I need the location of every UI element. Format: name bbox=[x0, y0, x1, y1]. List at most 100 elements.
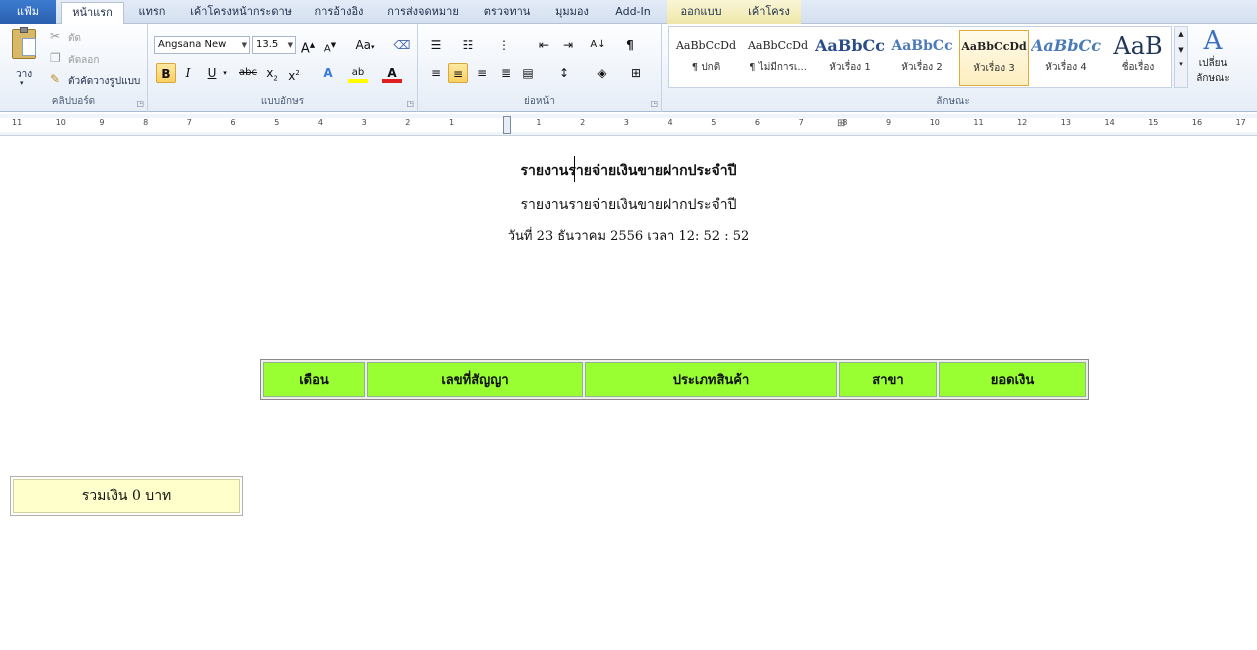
ruler-number: 11 bbox=[973, 118, 984, 127]
tab-layout[interactable]: เค้าโครง bbox=[740, 2, 798, 24]
styles-gallery-scroll[interactable]: ▲ ▼ ▾ bbox=[1174, 26, 1188, 88]
clipboard-group-label: คลิปบอร์ด bbox=[51, 96, 96, 107]
font-size-combo[interactable]: 13.5 ▼ bbox=[252, 36, 296, 54]
strikethrough-button[interactable]: abc bbox=[236, 63, 260, 83]
paste-button[interactable]: วาง ▾ bbox=[6, 27, 42, 87]
tab-review[interactable]: ตรวจทาน bbox=[477, 2, 537, 24]
style-normal[interactable]: AaBbCcDd ¶ ปกติ bbox=[671, 30, 741, 86]
chevron-down-icon[interactable]: ▼ bbox=[1175, 46, 1187, 54]
borders-icon[interactable]: ⊞ bbox=[626, 63, 646, 83]
style-heading-3[interactable]: AaBbCcDd หัวเรื่อง 3 bbox=[959, 30, 1029, 86]
tab-insert[interactable]: แทรก bbox=[132, 2, 172, 24]
align-left-icon[interactable]: ≡ bbox=[426, 63, 446, 83]
document-page[interactable]: รายงานรายจ่ายเงินขายฝากประจำปี รายงานราย… bbox=[0, 136, 1257, 650]
dialog-launcher-icon[interactable]: ◳ bbox=[136, 99, 144, 108]
change-styles-label-1: เปลี่ยน bbox=[1198, 58, 1228, 69]
justify-icon[interactable]: ≣ bbox=[496, 63, 516, 83]
bold-button[interactable]: B bbox=[156, 63, 176, 83]
font-name-value: Angsana New bbox=[158, 39, 227, 50]
style-name: หัวเรื่อง 3 bbox=[973, 63, 1015, 74]
tab-home[interactable]: หน้าแรก bbox=[61, 2, 124, 25]
ruler-number: 13 bbox=[1060, 118, 1071, 127]
clear-formatting-icon[interactable]: ⌫ bbox=[392, 35, 412, 55]
style-heading-2[interactable]: AaBbCc หัวเรื่อง 2 bbox=[887, 30, 957, 86]
dialog-launcher-icon[interactable]: ◳ bbox=[650, 99, 658, 108]
right-indent-marker[interactable]: ⊞ bbox=[837, 118, 845, 129]
style-no-spacing[interactable]: AaBbCcDd ¶ ไม่มีการเ... bbox=[743, 30, 813, 86]
more-icon[interactable]: ▾ bbox=[1175, 60, 1187, 68]
header-month: เดือน bbox=[263, 362, 365, 397]
increase-indent-icon[interactable]: ⇥ bbox=[558, 35, 578, 55]
style-name: ชื่อเรื่อง bbox=[1121, 62, 1155, 73]
style-heading-1[interactable]: AaBbCc หัวเรื่อง 1 bbox=[815, 30, 885, 86]
report-table: เดือน เลขที่สัญญา ประเภทสินค้า สาขา ยอดเ… bbox=[260, 359, 1089, 400]
font-color-icon[interactable]: A bbox=[382, 63, 402, 83]
ruler-number: 9 bbox=[99, 118, 105, 127]
paste-label: วาง bbox=[16, 69, 33, 80]
tab-page-layout[interactable]: เค้าโครงหน้ากระดาษ bbox=[185, 2, 297, 24]
ribbon: วาง ▾ ✂ ตัด ❐ คัดลอก ✎ ตัวคัดวางรูปแบบ ค… bbox=[0, 24, 1257, 112]
style-title[interactable]: AaB ชื่อเรื่อง bbox=[1103, 30, 1173, 86]
chevron-down-icon: ▼ bbox=[287, 41, 293, 49]
cut-button[interactable]: ตัด bbox=[68, 31, 81, 46]
tab-references[interactable]: การอ้างอิง bbox=[309, 2, 369, 24]
tab-design[interactable]: ออกแบบ bbox=[672, 2, 730, 24]
ruler-number: 1 bbox=[536, 118, 542, 127]
subscript-button[interactable]: x2 bbox=[262, 63, 282, 83]
horizontal-ruler[interactable]: 11 10 9 8 7 6 5 4 3 2 1 1 2 3 4 5 6 7 8 9 10 11 12 13 14 15 16 17 ⊞ bbox=[0, 114, 1257, 136]
distributed-icon[interactable]: ▤ bbox=[518, 63, 538, 83]
ruler-number: 16 bbox=[1191, 118, 1203, 127]
ruler-number: 7 bbox=[186, 118, 192, 127]
decrease-indent-icon[interactable]: ⇤ bbox=[534, 35, 554, 55]
ruler-number: 15 bbox=[1148, 118, 1159, 127]
dialog-launcher-icon[interactable]: ◳ bbox=[406, 99, 414, 108]
style-name: หัวเรื่อง 2 bbox=[901, 62, 943, 73]
italic-button[interactable]: I bbox=[178, 63, 198, 83]
copy-button[interactable]: คัดลอก bbox=[68, 53, 99, 68]
shrink-font-button[interactable]: A▼ bbox=[320, 35, 340, 55]
numbering-icon[interactable]: ☷ bbox=[458, 35, 478, 55]
font-name-combo[interactable]: Angsana New ▼ bbox=[154, 36, 250, 54]
tab-addin[interactable]: Add-In bbox=[609, 2, 657, 24]
text-effects-icon[interactable]: A bbox=[318, 63, 338, 83]
styles-group: AaBbCcDd ¶ ปกติ AaBbCcDd ¶ ไม่มีการเ... … bbox=[662, 24, 1244, 112]
clipboard-group: วาง ▾ ✂ ตัด ❐ คัดลอก ✎ ตัวคัดวางรูปแบบ ค… bbox=[0, 24, 148, 112]
ruler-number: 4 bbox=[317, 118, 323, 127]
paragraph-group-label: ย่อหน้า bbox=[524, 96, 555, 107]
bullets-icon[interactable]: ☰ bbox=[426, 35, 446, 55]
align-center-icon[interactable]: ≡ bbox=[448, 63, 468, 83]
font-group: Angsana New ▼ 13.5 ▼ A▲ A▼ Aa▾ ⌫ B I U ▾ a… bbox=[148, 24, 418, 112]
indent-marker[interactable] bbox=[503, 116, 511, 134]
line-spacing-icon[interactable]: ↕ bbox=[554, 63, 574, 83]
ruler-number: 5 bbox=[274, 118, 280, 127]
superscript-button[interactable]: x2 bbox=[284, 63, 304, 83]
underline-button[interactable]: U bbox=[202, 63, 222, 83]
report-subtitle: รายงานรายจ่ายเงินขายฝากประจำปี bbox=[520, 197, 737, 213]
shading-icon[interactable]: ◈ bbox=[592, 63, 612, 83]
chevron-down-icon: ▾ bbox=[20, 79, 24, 87]
sort-icon[interactable]: A↓ bbox=[588, 35, 608, 55]
style-sample: AaBbCcDd bbox=[961, 40, 1027, 53]
pilcrow-icon[interactable]: ¶ bbox=[620, 35, 640, 55]
tab-file[interactable]: แฟ้ม bbox=[0, 0, 56, 24]
multilevel-list-icon[interactable]: ⋮ bbox=[494, 35, 514, 55]
style-name: ¶ ปกติ bbox=[691, 62, 721, 73]
change-case-button[interactable]: Aa▾ bbox=[352, 35, 378, 55]
chevron-up-icon[interactable]: ▲ bbox=[1175, 30, 1187, 38]
format-painter-button[interactable]: ตัวคัดวางรูปแบบ bbox=[68, 74, 140, 89]
tab-mailings[interactable]: การส่งจดหมาย bbox=[382, 2, 464, 24]
chevron-down-icon[interactable]: ▾ bbox=[220, 63, 230, 83]
styles-gallery: AaBbCcDd ¶ ปกติ AaBbCcDd ¶ ไม่มีการเ... … bbox=[668, 26, 1172, 88]
report-date: วันที่ 23 ธันวาคม 2556 เวลา 12: 52 : 52 bbox=[507, 229, 750, 244]
style-heading-4[interactable]: AaBbCc หัวเรื่อง 4 bbox=[1031, 30, 1101, 86]
style-name: หัวเรื่อง 4 bbox=[1045, 62, 1087, 73]
style-sample: AaBbCc bbox=[815, 36, 885, 55]
highlight-icon[interactable]: ab bbox=[348, 63, 368, 83]
format-painter-icon: ✎ bbox=[50, 72, 61, 86]
grow-font-button[interactable]: A▲ bbox=[298, 35, 318, 56]
tab-view[interactable]: มุมมอง bbox=[549, 2, 595, 24]
change-styles-button[interactable]: A เปลี่ยน ลักษณะ bbox=[1190, 26, 1236, 92]
style-sample: AaB bbox=[1113, 32, 1163, 60]
report-title: รายงานรายจ่ายเงินขายฝากประจำปี bbox=[520, 163, 737, 179]
align-right-icon[interactable]: ≡ bbox=[472, 63, 492, 83]
